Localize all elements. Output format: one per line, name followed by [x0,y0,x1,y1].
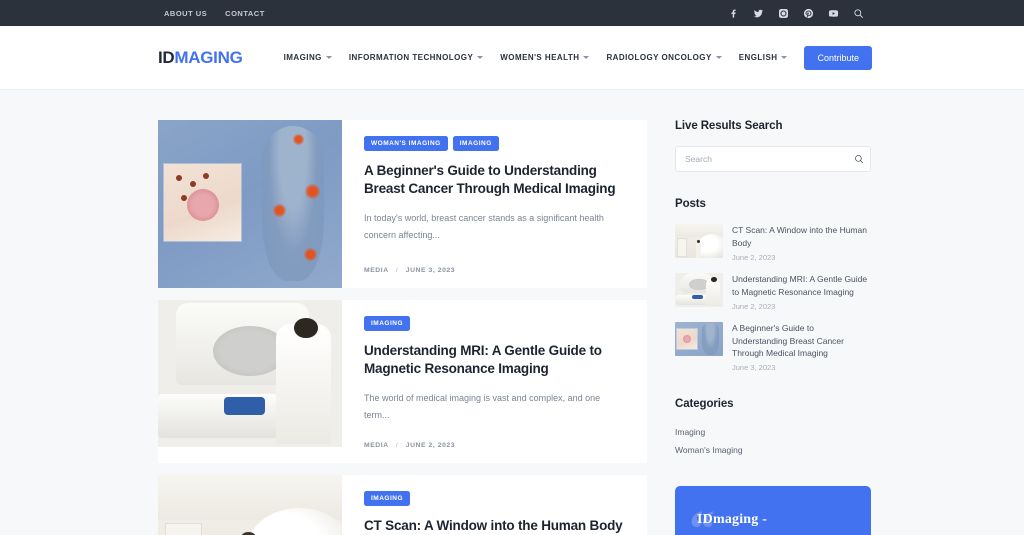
search-submit-button[interactable] [854,154,864,164]
widget-posts: Posts CT Scan: A Window into the Human B… [675,198,871,372]
top-links: ABOUT US CONTACT [164,9,265,18]
nav-label: WOMEN'S HEALTH [500,53,580,62]
nav-label: INFORMATION TECHNOLOGY [348,53,474,62]
nav-item-english[interactable]: ENGLISH [739,53,788,62]
article-excerpt: In today's world, breast cancer stands a… [364,213,604,241]
page-body: WOMAN'S IMAGING IMAGING A Beginner's Gui… [0,90,1024,535]
search-icon[interactable] [853,8,864,19]
top-utility-bar: ABOUT US CONTACT [0,0,1024,26]
post-thumbnail-mri-scan-photo[interactable] [675,272,723,307]
primary-nav: IMAGING INFORMATION TECHNOLOGY WOMEN'S H… [284,45,872,70]
logo-part-id: ID [158,47,175,67]
article-date: JUNE 3, 2023 [405,267,456,274]
article-author[interactable]: MEDIA [364,442,388,449]
post-title[interactable]: A Beginner's Guide to Understanding Brea… [732,322,871,361]
chevron-down-icon [583,56,590,59]
article-excerpt: The world of medical imaging is vast and… [364,393,601,421]
youtube-icon[interactable] [828,8,839,19]
article-title[interactable]: A Beginner's Guide to Understanding Brea… [364,162,625,198]
top-link-about-us[interactable]: ABOUT US [164,9,207,18]
instagram-icon[interactable] [778,8,789,19]
post-date: June 2, 2023 [732,252,776,262]
article-author[interactable]: MEDIA [364,267,388,274]
post-date: June 3, 2023 [732,363,776,373]
chevron-down-icon [715,56,722,59]
top-link-contact[interactable]: CONTACT [225,9,265,18]
widget-categories: Categories Imaging Woman's Imaging [675,398,871,460]
meta-separator: / [395,441,399,449]
article-tag[interactable]: IMAGING [364,316,411,331]
widget-quote-banner[interactable]: “ IDmaging - [675,486,871,535]
article-date: JUNE 2, 2023 [405,441,456,449]
article-meta: MEDIA / JUNE 2, 2023 [364,442,625,449]
nav-item-womens-health[interactable]: WOMEN'S HEALTH [500,53,590,62]
article-list: WOMAN'S IMAGING IMAGING A Beginner's Gui… [158,120,647,535]
post-thumbnail-breast-cancer-illustration[interactable] [675,321,723,356]
site-logo[interactable]: IDMAGING [158,48,243,68]
article-tag[interactable]: IMAGING [364,490,411,506]
chevron-down-icon [325,56,332,59]
pinterest-icon[interactable] [803,8,814,19]
article-tags: IMAGING [364,316,625,331]
sidebar: Live Results Search Posts CT Scan: A Win… [675,120,871,535]
article-tag[interactable]: WOMAN'S IMAGING [364,136,448,151]
chevron-down-icon [781,56,788,59]
article-card[interactable]: WOMAN'S IMAGING IMAGING A Beginner's Gui… [158,120,647,288]
post-title[interactable]: CT Scan: A Window into the Human Body [732,224,871,250]
search-input[interactable] [675,146,871,172]
chevron-down-icon [477,56,484,59]
article-tags: IMAGING [364,490,625,506]
article-thumbnail-ct-room-photo[interactable] [158,474,342,535]
list-item[interactable]: Understanding MRI: A Gentle Guide to Mag… [675,272,871,311]
post-thumbnail-ct-room-photo[interactable] [675,224,723,258]
contribute-button[interactable]: Contribute [804,45,872,70]
list-item[interactable]: CT Scan: A Window into the Human Body Ju… [675,224,871,262]
article-thumbnail-breast-cancer-illustration[interactable] [158,120,342,288]
twitter-icon[interactable] [753,8,764,19]
article-tags: WOMAN'S IMAGING IMAGING [364,136,625,151]
nav-label: ENGLISH [738,53,778,62]
article-title[interactable]: CT Scan: A Window into the Human Body [364,517,625,535]
nav-label: IMAGING [283,53,322,62]
social-links [728,8,864,19]
nav-item-radiology-oncology[interactable]: RADIOLOGY ONCOLOGY [606,53,722,62]
widget-title: Categories [675,398,734,411]
facebook-icon[interactable] [728,8,739,19]
search-icon [855,155,863,163]
meta-separator: / [395,267,399,274]
site-header: IDMAGING IMAGING INFORMATION TECHNOLOGY … [0,26,1024,90]
article-title[interactable]: Understanding MRI: A Gentle Guide to Mag… [364,342,625,378]
nav-item-information-technology[interactable]: INFORMATION TECHNOLOGY [348,53,484,62]
article-card[interactable]: IMAGING CT Scan: A Window into the Human… [158,474,647,535]
category-link-womans-imaging[interactable]: Woman's Imaging [675,442,871,460]
nav-label: RADIOLOGY ONCOLOGY [606,53,712,62]
widget-title: Posts [675,198,706,210]
article-meta: MEDIA / JUNE 3, 2023 [364,267,625,274]
nav-item-imaging[interactable]: IMAGING [284,53,332,62]
widget-title: Live Results Search [675,120,783,132]
post-date: June 2, 2023 [732,301,776,311]
article-tag[interactable]: IMAGING [452,136,499,151]
article-thumbnail-mri-scan-photo[interactable] [158,300,342,447]
quote-text: IDmaging - [697,512,768,528]
post-title[interactable]: Understanding MRI: A Gentle Guide to Mag… [732,273,871,299]
category-link-imaging[interactable]: Imaging [675,424,871,442]
logo-part-maging: MAGING [174,47,243,67]
widget-live-results-search: Live Results Search [675,120,871,172]
list-item[interactable]: A Beginner's Guide to Understanding Brea… [675,321,871,373]
article-card[interactable]: IMAGING Understanding MRI: A Gentle Guid… [158,300,647,463]
